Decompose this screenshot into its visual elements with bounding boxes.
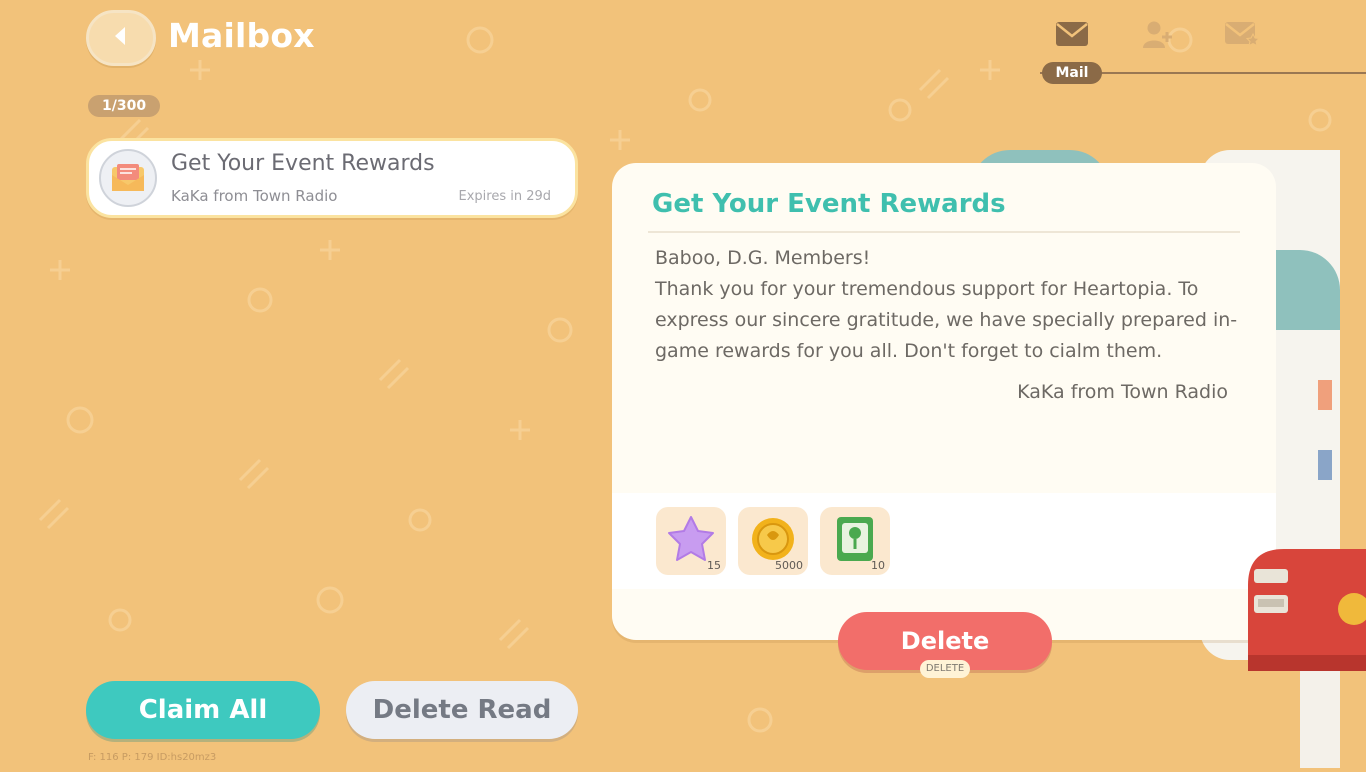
delete-key-hint: DELETE — [920, 660, 970, 678]
detail-body: Baboo, D.G. Members! Thank you for your … — [655, 243, 1245, 367]
reward-item[interactable]: 5000 — [738, 507, 808, 575]
back-button[interactable] — [86, 10, 156, 66]
tab-friend-mail[interactable] — [1136, 18, 1180, 54]
rewards-strip: 15 5000 10 — [612, 493, 1276, 589]
tab-active-label: Mail — [1042, 62, 1102, 84]
page-title: Mailbox — [168, 16, 315, 55]
detail-signoff: KaKa from Town Radio — [1017, 381, 1228, 403]
detail-greeting: Baboo, D.G. Members! — [655, 247, 871, 269]
mail-item-expiry: Expires in 29d — [458, 189, 551, 204]
detail-divider — [648, 231, 1240, 233]
detail-message: Thank you for your tremendous support fo… — [655, 278, 1238, 362]
mail-detail-card: Get Your Event Rewards Baboo, D.G. Membe… — [612, 163, 1276, 640]
tab-starred-mail[interactable] — [1220, 18, 1264, 54]
claim-all-button[interactable]: Claim All — [86, 681, 320, 739]
mail-item-title: Get Your Event Rewards — [171, 151, 435, 176]
airmail-stripe — [1318, 450, 1332, 480]
red-mailbox-icon — [1244, 545, 1366, 768]
mail-item-sender: KaKa from Town Radio — [171, 187, 338, 205]
reward-count: 10 — [871, 559, 885, 572]
add-friend-icon — [1142, 19, 1174, 53]
detail-title: Get Your Event Rewards — [652, 189, 1006, 219]
starred-mail-icon — [1224, 20, 1261, 52]
mail-list-item[interactable]: Get Your Event Rewards KaKa from Town Ra… — [86, 138, 578, 218]
debug-overlay-text: F: 116 P: 179 ID:hs20mz3 — [88, 752, 217, 763]
delete-read-button[interactable]: Delete Read — [346, 681, 578, 739]
envelope-icon — [99, 149, 157, 207]
reward-count: 5000 — [775, 559, 803, 572]
reward-item[interactable]: 10 — [820, 507, 890, 575]
arrow-left-icon — [108, 23, 134, 53]
airmail-stripe — [1318, 380, 1332, 410]
tab-mail[interactable] — [1050, 18, 1094, 54]
mail-count-badge: 1/300 — [88, 95, 161, 117]
mail-icon — [1055, 21, 1089, 51]
reward-count: 15 — [707, 559, 721, 572]
reward-item[interactable]: 15 — [656, 507, 726, 575]
envelope-side-decoration — [1270, 250, 1340, 330]
